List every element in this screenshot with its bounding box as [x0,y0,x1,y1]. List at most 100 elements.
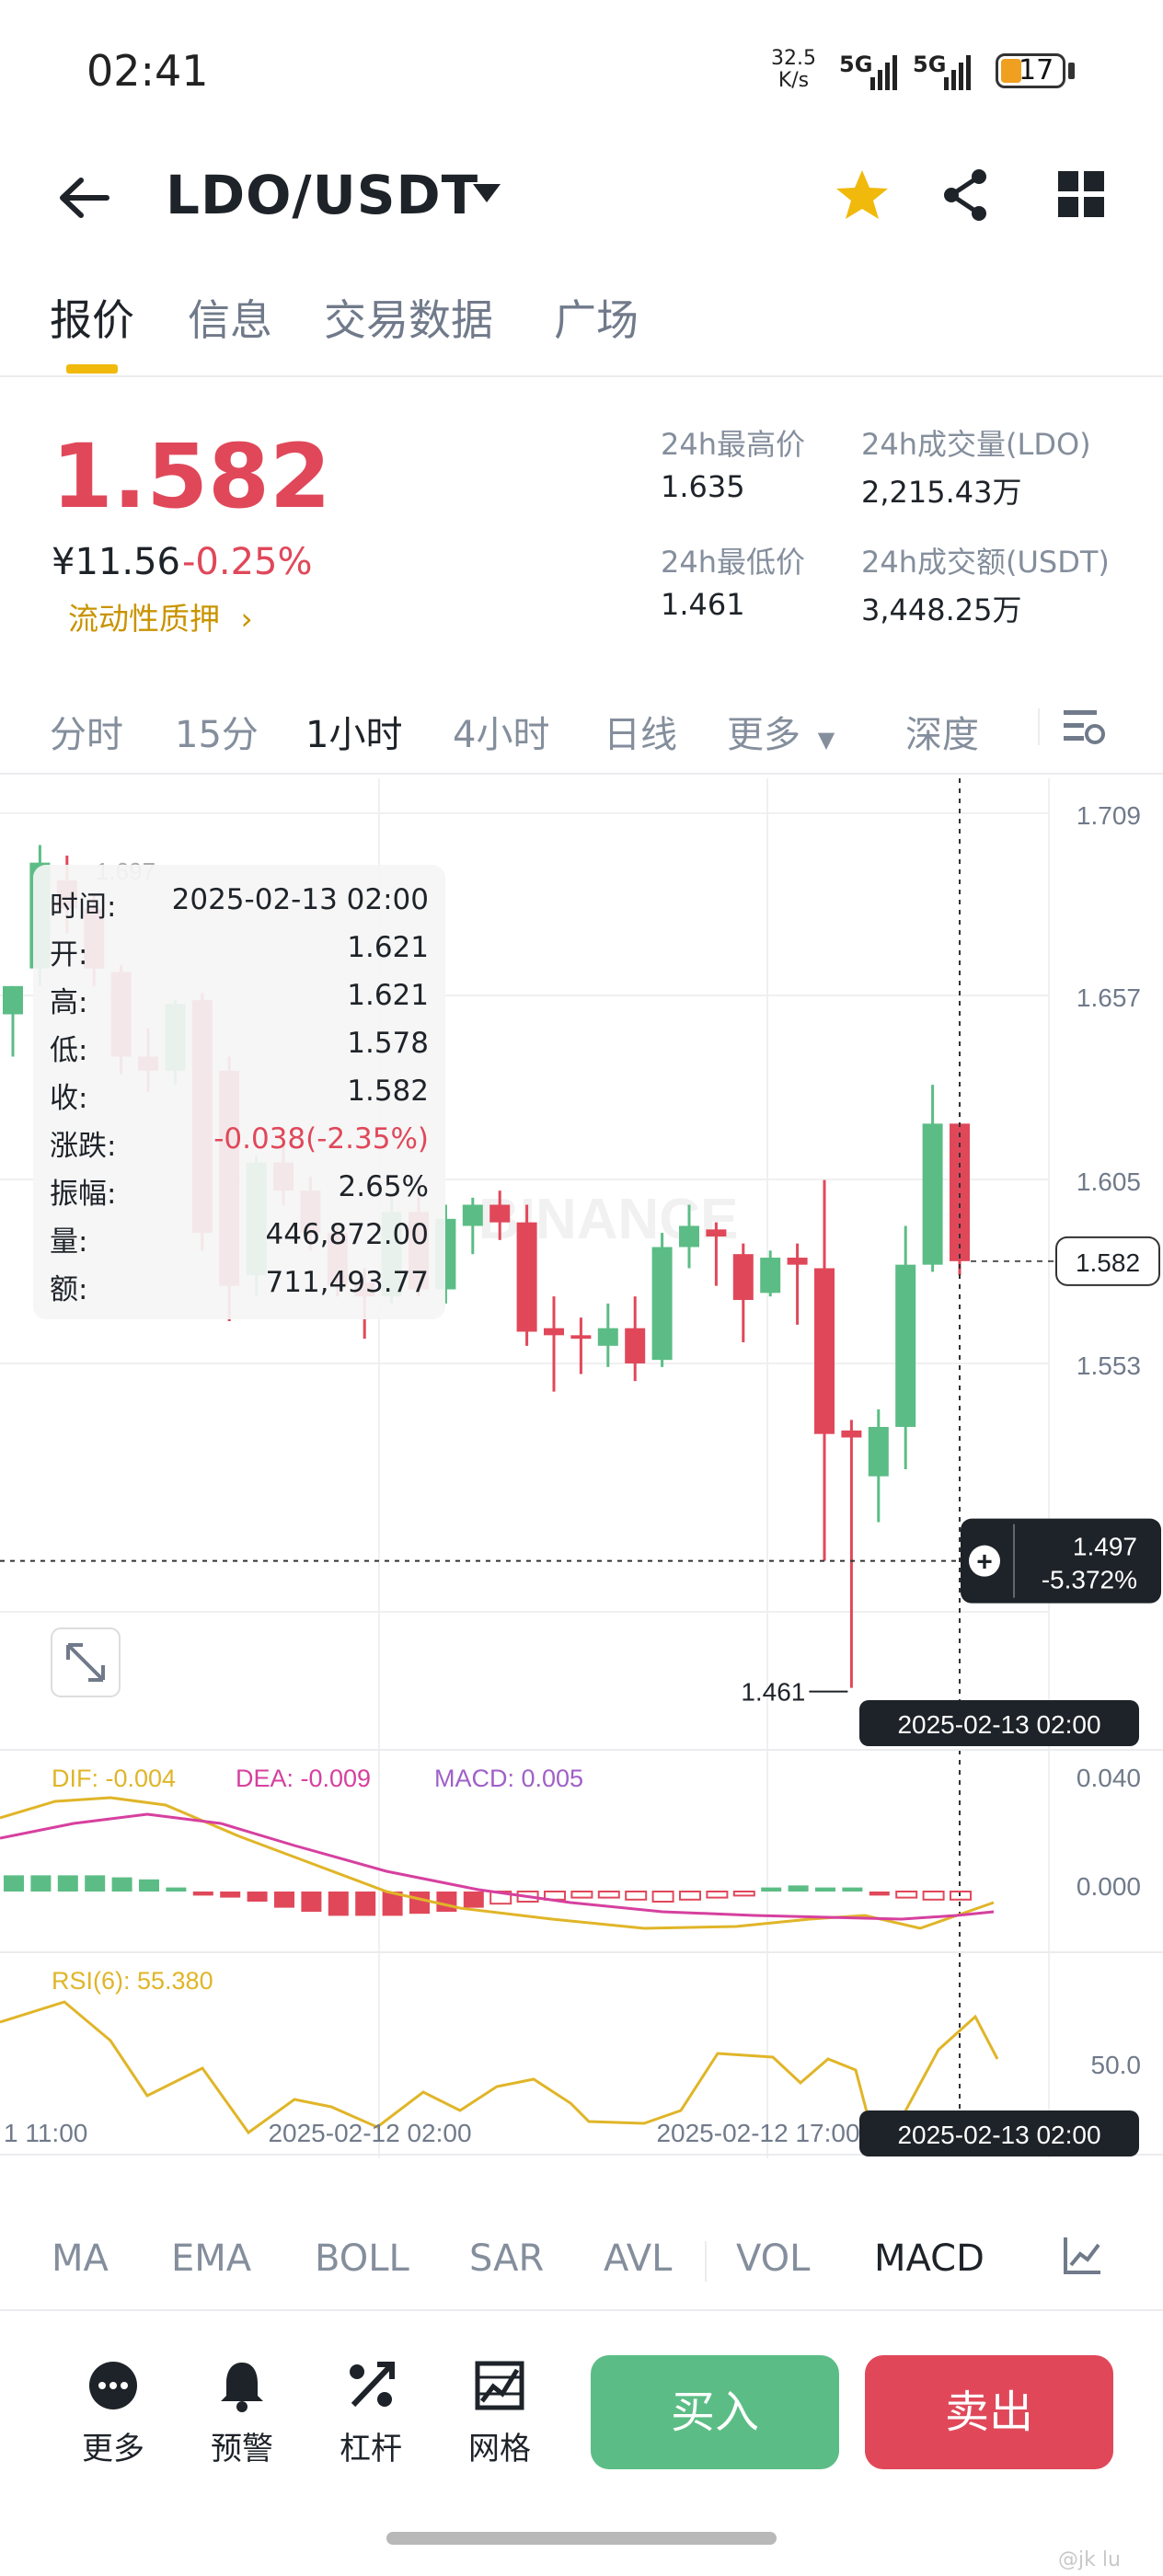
macd-histogram-bar [355,1892,376,1916]
bell-icon [221,2363,263,2412]
divider [0,2309,1163,2311]
battery-icon: 17 [996,53,1065,88]
network-speed-value: 32.5 [771,47,816,70]
indicator-settings-icon[interactable] [1062,2236,1102,2276]
plus-icon: + [976,1547,993,1578]
tab-trade-data[interactable]: 交易数据 [324,287,493,348]
macd-histogram-bar [706,1891,729,1899]
grid-trading-icon [475,2361,524,2410]
network-speed-unit: K/s [777,69,810,92]
alert-label: 预警 [211,2431,273,2467]
macd-histogram-bar [111,1877,132,1892]
last-price: 1.582 [52,425,331,528]
pair-title[interactable]: LDO/USDT [166,164,478,226]
tooltip-low: 1.578 [347,1027,429,1060]
macd-histogram-bar [85,1875,106,1892]
macd-histogram-bar [570,1891,593,1899]
tooltip-close: 1.582 [347,1075,429,1108]
tab-square[interactable]: 广场 [554,287,639,348]
candle-body [787,1258,808,1265]
divider [0,375,1163,377]
candle-body [3,985,23,1015]
caret-down-icon[interactable] [471,182,502,204]
sell-button[interactable]: 卖出 [865,2355,1113,2469]
crosshair-time: 2025-02-13 02:00 [897,2121,1100,2149]
candle-body [732,1254,754,1300]
tooltip-change: -0.038(-2.35%) [213,1122,429,1156]
signal-bars-2-icon [944,55,971,90]
macd-histogram-bar [597,1891,620,1899]
macd-histogram-bar [922,1891,945,1901]
tooltip-low-label: 低: [50,1034,88,1067]
liquid-staking-label: 流动性质押 [68,601,220,637]
candle-body [597,1328,618,1346]
macd-histogram-bar [788,1885,809,1892]
candle-body [462,1204,483,1226]
macd-histogram-bar [220,1892,241,1898]
liquid-staking-link[interactable]: 流动性质押 › [68,594,253,638]
candle-body [544,1328,564,1336]
indicator-macd[interactable]: MACD [874,2237,985,2280]
tab-quote[interactable]: 报价 [50,287,134,348]
back-arrow-icon[interactable] [55,175,110,221]
interval-more-label: 更多 [727,714,800,756]
macd-histogram-bar [57,1875,78,1892]
tooltip-open: 1.621 [347,931,429,964]
interval-more[interactable]: 更多 ▼ [727,705,835,758]
high-value: 1.635 [661,469,745,504]
cny-price: ¥11.56 [52,541,180,583]
divider [0,773,1163,775]
macd-histogram-bar [761,1887,782,1892]
macd-histogram-bar [679,1891,701,1901]
tooltip-high: 1.621 [347,979,429,1012]
rsi-label: RSI(6): 55.380 [52,1967,213,1995]
indicator-ema[interactable]: EMA [171,2237,251,2280]
macd-dea-label: DEA: -0.009 [236,1765,371,1792]
interval-timeline[interactable]: 分时 [50,705,123,758]
signal-bars-icon [870,55,897,90]
candle-tooltip: 时间: 2025-02-13 02:00 开: 1.621 高: 1.621 低: 1.… [33,865,445,1319]
xaxis-label: 2025-02-12 17:00 [656,2119,859,2147]
macd-histogram-bar [625,1891,648,1901]
interval-depth[interactable]: 深度 [905,705,979,758]
tooltip-close-label: 收: [50,1082,88,1115]
interval-4h[interactable]: 4小时 [453,705,549,758]
status-time: 02:41 [86,46,209,96]
grid-icon[interactable] [1058,171,1104,217]
macd-dif-line [0,1796,995,1930]
interval-1h[interactable]: 1小时 [305,705,402,758]
tooltip-time: 2025-02-13 02:00 [171,883,429,916]
status-bar: 02:41 32.5 K/s 5G 5G 17 [0,0,1163,138]
candle-body [760,1258,781,1294]
indicator-avl[interactable]: AVL [604,2237,672,2280]
candle-body [868,1427,889,1477]
interval-15m[interactable]: 15分 [175,705,259,758]
signal-2-label: 5G [913,52,947,77]
chevron-right-icon: › [240,601,253,637]
tooltip-amplitude: 2.65% [338,1170,429,1203]
chart-settings-icon[interactable] [1062,707,1106,747]
indicator-ma[interactable]: MA [52,2237,109,2280]
signal-1-label: 5G [839,52,873,77]
tab-indicator [66,364,118,374]
interval-daily[interactable]: 日线 [604,705,677,758]
macd-histogram-bar [328,1892,349,1916]
indicator-sar[interactable]: SAR [469,2237,544,2280]
indicator-vol[interactable]: VOL [736,2237,810,2280]
home-indicator[interactable] [386,2532,777,2545]
price-axis-label: 1.553 [1077,1351,1141,1380]
tooltip-amount-label: 额: [50,1273,88,1306]
amount-label: 24h成交额(USDT) [861,545,1110,580]
candle-body [489,1204,511,1223]
share-icon[interactable] [940,167,992,223]
caret-down-small-icon: ▼ [817,727,835,753]
candle-body [841,1430,862,1438]
indicator-boll[interactable]: BOLL [315,2237,409,2280]
tab-info[interactable]: 信息 [188,287,272,348]
candle-body [651,1247,673,1361]
candle-body [570,1335,592,1340]
star-icon[interactable] [834,167,891,223]
volume-label: 24h成交量(LDO) [861,427,1091,462]
buy-button[interactable]: 买入 [591,2355,839,2469]
min-price-label: 1.461 [741,1678,805,1707]
